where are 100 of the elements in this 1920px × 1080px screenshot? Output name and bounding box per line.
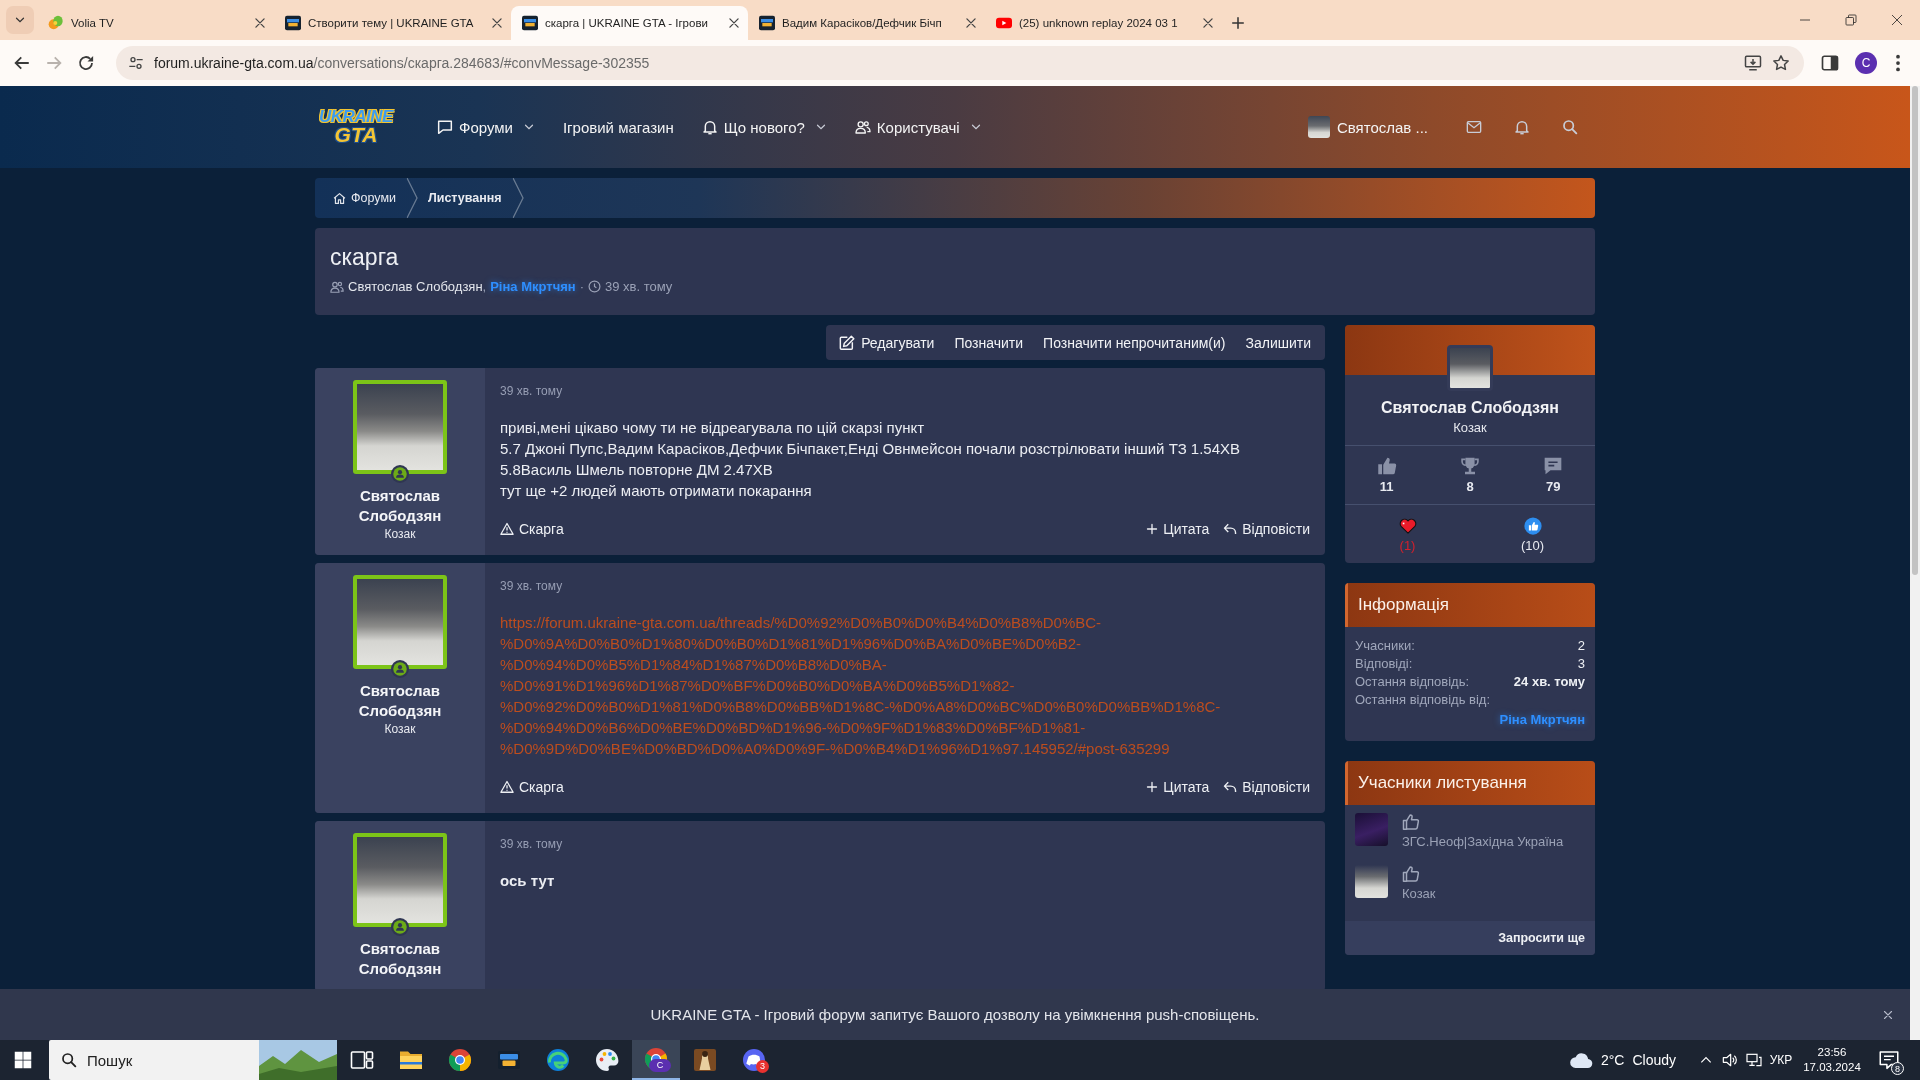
reply-link[interactable]: Відповісти <box>1223 779 1310 795</box>
close-icon[interactable] <box>1201 16 1215 30</box>
network-icon[interactable] <box>1746 1052 1762 1068</box>
nav-link[interactable]: Форуми <box>423 107 549 147</box>
close-icon[interactable] <box>964 16 978 30</box>
user-menu-link[interactable]: Святослав ... <box>1307 116 1428 138</box>
mail-icon[interactable] <box>1466 119 1482 135</box>
report-link[interactable]: Скарга <box>500 779 564 795</box>
count-badge: 3 <box>756 1060 769 1073</box>
notification-icon[interactable] <box>1879 1050 1899 1070</box>
count-badge: 8 <box>1891 1062 1904 1075</box>
site-logo[interactable]: UKRAINE GTA <box>315 108 397 146</box>
browser-tab[interactable]: Створити тему | UKRAINE GTA <box>274 6 511 40</box>
nav-link[interactable]: Ігровий магазин <box>548 107 688 147</box>
speaker-icon[interactable] <box>1722 1052 1738 1068</box>
clock-icon <box>588 280 601 293</box>
site-info-icon[interactable] <box>128 55 144 71</box>
search-icon[interactable] <box>1562 119 1578 135</box>
nav-link[interactable]: Що нового? <box>687 107 841 147</box>
like-icon <box>1523 517 1542 535</box>
close-icon[interactable] <box>1891 14 1903 26</box>
home-icon <box>333 191 346 205</box>
browser-tab[interactable]: Volia TV <box>37 6 274 40</box>
scrollbar-thumb[interactable] <box>1912 86 1918 575</box>
avatar-photo[interactable] <box>1355 865 1388 898</box>
address-bar[interactable]: forum.ukraine-gta.com.ua/conversations/скарга.284683/#convMessage-302355 <box>116 46 1804 80</box>
user-title: Козак <box>1453 420 1487 435</box>
message-text: ось тут <box>500 871 556 891</box>
close-icon[interactable] <box>490 16 504 30</box>
chat-icon <box>437 119 453 135</box>
search-input[interactable]: Пошук <box>87 1051 237 1069</box>
install-icon[interactable] <box>1744 54 1762 72</box>
close-icon[interactable] <box>1882 1008 1894 1021</box>
reaction-count: (10) <box>1520 538 1545 553</box>
bell-icon[interactable] <box>1514 119 1530 135</box>
username[interactable]: Святослав Слободзян <box>1381 399 1559 417</box>
info-label: Учасники: <box>1355 637 1415 655</box>
taskbar-button[interactable]: C <box>632 1040 680 1080</box>
avatar-photo[interactable] <box>353 575 447 669</box>
reaction-count: (1) <box>1399 538 1416 553</box>
breadcrumb-link[interactable]: Форуми <box>327 191 402 205</box>
user-link[interactable]: Ріна Мкртчян <box>1499 711 1585 729</box>
list-separator: , <box>482 279 487 294</box>
stat-value: 11 <box>1379 479 1394 494</box>
quote-link[interactable]: Цитата <box>1146 521 1210 537</box>
action-link[interactable]: Позначити <box>944 334 1034 351</box>
thumbs-up-icon[interactable] <box>1402 865 1420 883</box>
action-link[interactable]: Позначити непрочитаним(и) <box>1033 334 1236 351</box>
warning-icon <box>500 522 514 536</box>
bell-icon <box>701 119 718 135</box>
browser-tab[interactable]: скарга | UKRAINE GTA - Ігрови <box>511 6 748 40</box>
avatar-photo[interactable] <box>353 380 447 474</box>
windows-icon[interactable] <box>14 1051 32 1069</box>
language-indicator[interactable]: УКР <box>1766 1053 1796 1067</box>
username[interactable]: Святослав Слободзян <box>323 486 477 526</box>
profile-button[interactable]: C <box>1855 52 1877 74</box>
breadcrumb-link[interactable]: Листування <box>421 191 508 205</box>
star-icon[interactable] <box>1772 54 1790 72</box>
browser-tab[interactable]: Вадим Карасіков/Дефчик Бічп <box>748 6 985 40</box>
username[interactable]: Святослав Слободзян <box>323 681 477 721</box>
reload-icon[interactable] <box>77 54 95 72</box>
message-text: приві,мені цікаво чому ти не відреагувала по цій скарзі пункт <box>500 418 926 438</box>
profile-badge: C <box>649 1059 671 1072</box>
thumbs-up-icon <box>1376 456 1397 476</box>
palette-icon <box>595 1048 619 1072</box>
side-panel-icon[interactable] <box>1821 54 1839 72</box>
quote-link[interactable]: Цитата <box>1146 779 1210 795</box>
participant-link[interactable]: Святослав Слободзян <box>348 279 483 294</box>
conversation-time: 39 хв. тому <box>605 279 673 294</box>
close-icon[interactable] <box>727 16 741 30</box>
report-link[interactable]: Скарга <box>500 521 564 537</box>
search-icon <box>61 1052 77 1068</box>
taskbar-search-box[interactable]: Пошук <box>49 1040 337 1080</box>
comment-icon <box>1543 456 1564 476</box>
participant-link[interactable]: Ріна Мкртчян <box>490 279 576 294</box>
new-tab-icon[interactable] <box>1231 16 1245 30</box>
avatar-photo[interactable] <box>1447 345 1493 391</box>
meta-separator: · <box>579 279 584 294</box>
edit-icon <box>839 334 856 351</box>
weather-widget[interactable]: 2°C Cloudy <box>1568 1048 1676 1072</box>
thumbs-up-icon[interactable] <box>1402 813 1420 831</box>
user-title: Козак <box>384 527 416 541</box>
action-link[interactable]: Редагувати <box>829 334 945 351</box>
nav-link[interactable]: Користувачі <box>840 107 996 147</box>
message-text: 5.8Василь Шмель повторне ДМ 2.47ХВ <box>500 460 774 480</box>
action-link[interactable]: Залишити <box>1235 334 1321 351</box>
clock-button[interactable]: 23:56 17.03.2024 <box>1796 1045 1868 1075</box>
taskbar-button[interactable]: 3 <box>730 1040 778 1080</box>
invite-link[interactable]: Запросити ще <box>1498 931 1585 945</box>
back-icon[interactable] <box>13 54 31 72</box>
reply-link[interactable]: Відповісти <box>1223 521 1310 537</box>
info-value: 3 <box>1577 655 1585 673</box>
avatar-photo[interactable] <box>353 833 447 927</box>
scrollbar[interactable] <box>1910 86 1920 1040</box>
play-button-icon <box>996 15 1012 31</box>
browser-tab[interactable]: (25) unknown replay 2024 03 1 <box>985 6 1222 40</box>
message-time: 39 хв. тому <box>500 836 564 852</box>
restore-icon[interactable] <box>1845 14 1857 26</box>
close-icon[interactable] <box>253 16 267 30</box>
username[interactable]: Святослав Слободзян <box>323 939 477 979</box>
